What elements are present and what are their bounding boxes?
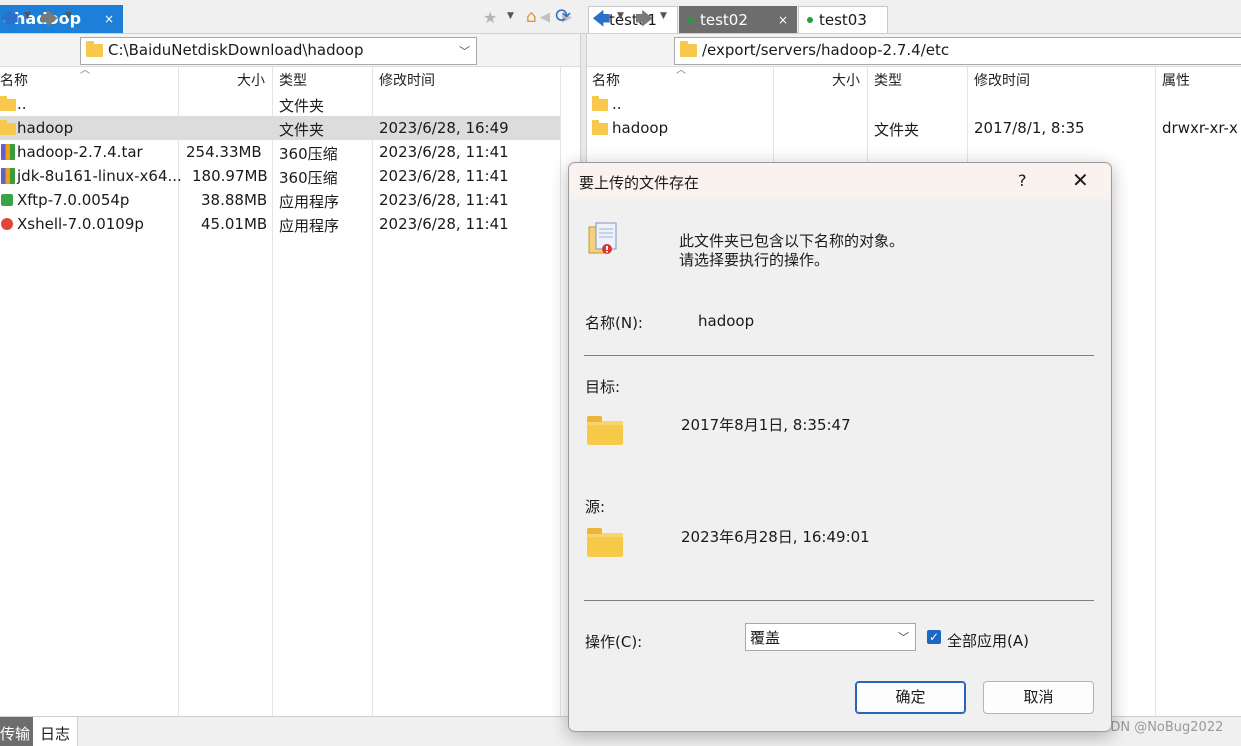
tab-label: test03 [819, 11, 867, 29]
ok-button[interactable]: 确定 [855, 681, 966, 714]
refresh-icon[interactable]: ⟳ [555, 5, 571, 27]
back-arrow-icon[interactable]: 🡄 [0, 7, 19, 37]
source-date: 2023年6月28日, 16:49:01 [681, 528, 870, 546]
chevron-down-icon[interactable]: ▼ [507, 11, 514, 21]
path-text: C:\BaiduNetdiskDownload\hadoop [108, 41, 364, 59]
tab-test03[interactable]: test03 [798, 6, 888, 33]
watermark: CSDN @NoBug2022 [1093, 720, 1224, 735]
action-label: 操作(C): [585, 633, 643, 651]
list-item[interactable]: Xftp-7.0.0054p 38.88MB 应用程序 2023/6/28, 1… [0, 188, 560, 212]
close-button[interactable]: ✕ [1072, 168, 1089, 192]
list-item[interactable]: hadoop 文件夹 2017/8/1, 8:35 drwxr-xr-x [588, 116, 1241, 140]
col-divider[interactable] [560, 67, 561, 716]
cancel-button[interactable]: 取消 [983, 681, 1094, 714]
col-modified[interactable]: 修改时间 [974, 70, 1030, 94]
source-folder-icon [587, 528, 623, 557]
archive-icon [1, 168, 15, 184]
file-conflict-icon [588, 222, 617, 254]
tab-test02[interactable]: test02 × [679, 6, 797, 33]
file-exists-dialog: 要上传的文件存在 ? ✕ 此文件夹已包含以下名称的对象。 请选择要执行的操作。 … [568, 162, 1112, 732]
name-value: hadoop [698, 312, 755, 330]
list-item[interactable]: jdk-8u161-linux-x64... 180.97MB 360压缩 20… [0, 164, 560, 188]
list-item[interactable]: hadoop-2.7.4.tar 254.33MB 360压缩 2023/6/2… [0, 140, 560, 164]
list-item[interactable]: hadoop 文件夹 2023/6/28, 16:49 [0, 116, 560, 140]
back-arrow-icon[interactable]: 🡄 [592, 7, 611, 37]
xshell-app-icon [1, 218, 13, 230]
divider [584, 600, 1094, 601]
apply-all-checkbox[interactable]: ✓ [927, 630, 941, 644]
target-label: 目标: [585, 378, 621, 396]
col-attributes[interactable]: 属性 [1162, 70, 1190, 94]
action-select[interactable]: 覆盖 ﹀ [745, 623, 916, 651]
folder-icon [680, 41, 697, 57]
forward-arrow-icon[interactable]: 🡆 [40, 7, 59, 37]
list-item[interactable]: .. 文件夹 [0, 92, 560, 116]
list-item[interactable]: .. [588, 92, 1241, 116]
target-date: 2017年8月1日, 8:35:47 [681, 416, 851, 434]
col-modified[interactable]: 修改时间 [379, 70, 435, 94]
col-size[interactable]: 大小 [237, 70, 265, 94]
col-name[interactable]: 名称 [0, 70, 28, 94]
sort-up-icon: ︿ [676, 65, 686, 76]
tab-log[interactable]: 日志 [33, 717, 78, 746]
star-icon[interactable]: ★ [483, 8, 497, 27]
home-folder-icon[interactable]: ⌂ [526, 7, 537, 27]
connected-dot-icon [688, 17, 694, 23]
right-path-input[interactable]: /export/servers/hadoop-2.7.4/etc [674, 37, 1241, 65]
col-name[interactable]: 名称 [592, 70, 620, 94]
col-type[interactable]: 类型 [874, 70, 902, 94]
sort-up-icon: ︿ [80, 65, 90, 76]
xftp-app-icon [1, 194, 13, 206]
help-button[interactable]: ? [1018, 171, 1027, 190]
divider [584, 355, 1094, 356]
chevron-down-icon[interactable]: ▼ [65, 11, 72, 21]
dialog-message-line1: 此文件夹已包含以下名称的对象。 [679, 232, 905, 250]
chevron-down-icon[interactable]: ﹀ [459, 43, 470, 59]
close-tab-icon[interactable]: × [104, 12, 114, 26]
folder-icon [592, 120, 608, 135]
chevron-down-icon[interactable]: ▼ [24, 11, 31, 21]
forward-arrow-icon[interactable]: 🡆 [635, 7, 654, 37]
folder-icon [86, 41, 103, 57]
folder-icon [0, 96, 16, 111]
tab-transfer[interactable]: 传输 [0, 717, 33, 746]
source-label: 源: [585, 498, 606, 516]
close-tab-icon[interactable]: × [778, 13, 788, 27]
dialog-title: 要上传的文件存在 [579, 174, 700, 192]
col-divider[interactable] [1155, 67, 1156, 716]
dialog-titlebar[interactable]: 要上传的文件存在 ? ✕ [569, 163, 1111, 199]
chevron-down-icon: ﹀ [898, 631, 909, 644]
list-item[interactable]: Xshell-7.0.0109p 45.01MB 应用程序 2023/6/28,… [0, 212, 560, 236]
action-select-value: 覆盖 [750, 629, 781, 647]
col-type[interactable]: 类型 [279, 70, 307, 94]
tab-label: test02 [700, 11, 748, 29]
folder-icon [592, 96, 608, 111]
name-label: 名称(N): [585, 314, 643, 332]
tab-scroll-left-icon[interactable]: ◀ [540, 10, 550, 25]
connected-dot-icon [807, 17, 813, 23]
apply-all-label[interactable]: 全部应用(A) [947, 630, 1029, 651]
folder-icon [0, 120, 16, 135]
target-folder-icon [587, 416, 623, 445]
dialog-message-line2: 请选择要执行的操作。 [679, 251, 830, 269]
path-text: /export/servers/hadoop-2.7.4/etc [702, 41, 950, 59]
chevron-down-icon[interactable]: ▼ [660, 11, 667, 21]
left-path-input[interactable]: C:\BaiduNetdiskDownload\hadoop ﹀ [80, 37, 477, 65]
archive-icon [1, 144, 15, 160]
col-size[interactable]: 大小 [832, 70, 860, 94]
chevron-down-icon[interactable]: ▼ [617, 11, 624, 21]
